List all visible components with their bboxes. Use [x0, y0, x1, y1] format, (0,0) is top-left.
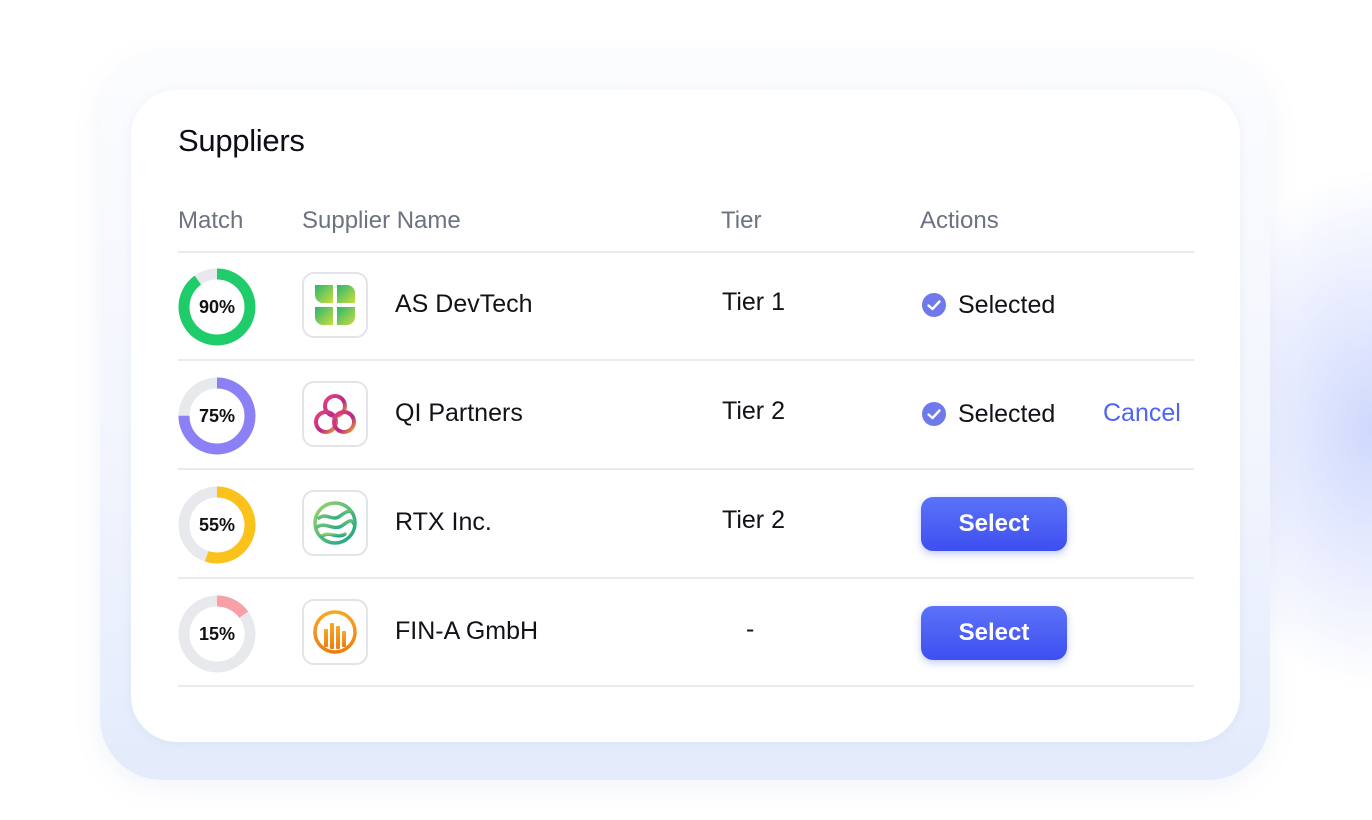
match-ring: 55% — [178, 486, 256, 564]
supplier-tier: Tier 2 — [722, 397, 785, 425]
cancel-link[interactable]: Cancel — [1103, 399, 1181, 428]
supplier-tier: - — [746, 615, 755, 643]
orange-bars-logo-icon — [302, 599, 368, 665]
panel-title: Suppliers — [178, 123, 305, 158]
column-header-supplier-name[interactable]: Supplier Name — [302, 207, 461, 235]
match-percentage: 55% — [198, 515, 236, 535]
match-ring: 15% — [178, 595, 256, 673]
supplier-tier: Tier 1 — [722, 288, 785, 316]
selected-label: Selected — [958, 399, 1056, 428]
check-circle-icon — [922, 293, 946, 317]
supplier-name: RTX Inc. — [395, 508, 492, 536]
suppliers-panel: Suppliers Match Supplier Name Tier Actio… — [131, 90, 1240, 742]
check-circle-icon — [922, 402, 946, 426]
table-row: 75% QI Partners Tier 2 Selected Cancel — [131, 361, 1240, 469]
select-button[interactable]: Select — [921, 497, 1067, 551]
table-row: 55% RTX Inc. Tier 2 Select — [131, 470, 1240, 578]
row-divider — [178, 685, 1194, 687]
selected-status: Selected — [921, 399, 1055, 429]
column-header-tier[interactable]: Tier — [721, 207, 761, 235]
supplier-name: QI Partners — [395, 399, 523, 427]
green-globe-logo-icon — [302, 490, 368, 556]
select-button[interactable]: Select — [921, 606, 1067, 660]
interlocked-rings-logo-icon — [302, 381, 368, 447]
match-percentage: 15% — [198, 624, 236, 644]
column-header-actions: Actions — [920, 207, 999, 234]
table-row: 90% AS DevTech Tier 1 Selected — [131, 252, 1240, 360]
supplier-name: FIN-A GmbH — [395, 617, 539, 645]
column-header-match[interactable]: Match — [178, 207, 243, 235]
supplier-name: AS DevTech — [395, 290, 533, 318]
match-ring: 90% — [178, 268, 256, 346]
supplier-tier: Tier 2 — [722, 506, 785, 534]
page-background: Suppliers Match Supplier Name Tier Actio… — [0, 0, 1372, 820]
match-ring: 75% — [178, 377, 256, 455]
match-percentage: 75% — [198, 406, 236, 426]
selected-status: Selected — [921, 290, 1055, 320]
selected-label: Selected — [958, 290, 1056, 319]
green-leaves-logo-icon — [302, 272, 368, 338]
table-row: 15% FIN-A GmbH - Select — [131, 579, 1240, 687]
match-percentage: 90% — [198, 297, 236, 317]
